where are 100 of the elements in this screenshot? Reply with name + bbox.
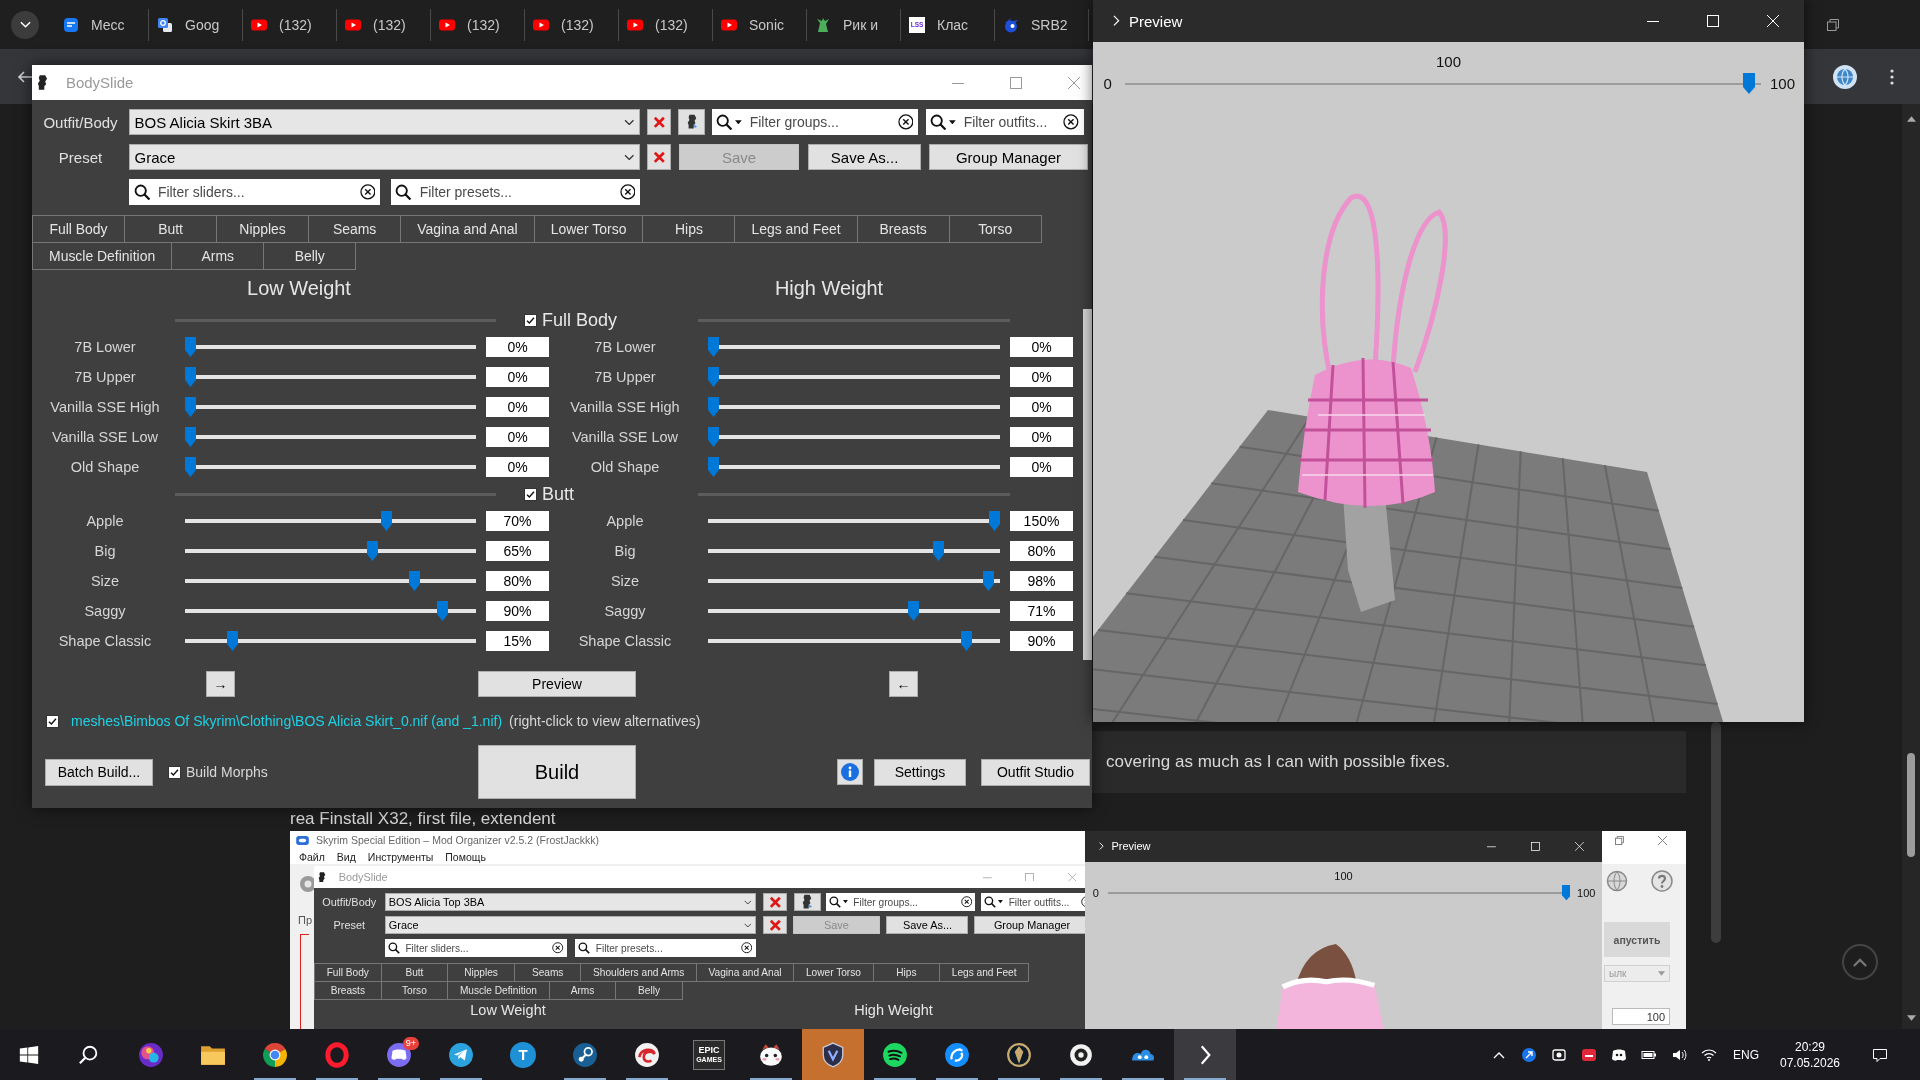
slider-thumb[interactable] bbox=[708, 457, 719, 477]
outfit-studio-button[interactable]: Outfit Studio bbox=[981, 758, 1090, 786]
browser-tab[interactable]: (132) bbox=[337, 8, 431, 41]
slider-thumb[interactable] bbox=[185, 457, 196, 477]
clear-icon[interactable] bbox=[1063, 114, 1080, 130]
menu-item[interactable]: Инструменты bbox=[361, 850, 440, 863]
slider-thumb[interactable] bbox=[708, 397, 719, 417]
search-box[interactable]: Filter groups... bbox=[711, 109, 918, 135]
scrollbar[interactable] bbox=[1711, 722, 1721, 943]
value-field[interactable]: 0% bbox=[1010, 337, 1073, 357]
slider-thumb[interactable] bbox=[708, 337, 719, 357]
camera-icon[interactable] bbox=[1551, 1046, 1567, 1063]
checkbox[interactable] bbox=[46, 714, 59, 728]
category-tab[interactable]: Vagina and Anal bbox=[400, 215, 535, 243]
browser-tab[interactable]: (132) bbox=[431, 8, 525, 41]
category-tab[interactable]: Lower Torso bbox=[533, 215, 644, 243]
help-icon[interactable] bbox=[1651, 870, 1673, 892]
outfit-icon-button[interactable] bbox=[678, 109, 705, 135]
scrollbar-thumb[interactable] bbox=[1907, 753, 1915, 857]
preset-button[interactable]: Save As... bbox=[808, 144, 922, 170]
browser-tab[interactable]: Goog bbox=[149, 8, 243, 41]
search-box[interactable]: Filter groups... bbox=[825, 893, 976, 911]
category-tab[interactable]: Belly bbox=[263, 242, 357, 270]
search-input[interactable]: Filter sliders... bbox=[401, 942, 551, 954]
slider-thumb[interactable] bbox=[367, 541, 378, 561]
browser-tab[interactable]: SRB2 bbox=[995, 8, 1089, 41]
preset-dropdown[interactable]: Grace bbox=[129, 144, 641, 170]
category-tab[interactable]: Legs and Feet bbox=[734, 215, 858, 243]
slider-thumb[interactable] bbox=[227, 631, 238, 651]
category-tab[interactable]: Seams bbox=[308, 215, 402, 243]
back-icon[interactable] bbox=[17, 68, 33, 85]
search-box[interactable]: Filter presets... bbox=[574, 939, 756, 957]
scroll-up-icon[interactable] bbox=[1906, 116, 1916, 122]
slider-thumb[interactable] bbox=[185, 367, 196, 387]
search-input[interactable]: Filter outfits... bbox=[958, 114, 1062, 130]
slider-thumb[interactable] bbox=[1742, 73, 1755, 95]
category-tab[interactable]: Torso bbox=[948, 215, 1042, 243]
value-field[interactable]: 0% bbox=[486, 337, 549, 357]
category-tab[interactable]: Hips bbox=[872, 963, 941, 982]
search-box[interactable]: Filter presets... bbox=[390, 179, 640, 205]
value-field[interactable]: 15% bbox=[486, 631, 549, 651]
category-tab[interactable]: Full Body bbox=[314, 963, 382, 982]
menu-item[interactable]: Файл bbox=[293, 850, 331, 863]
arrow-circle-icon[interactable] bbox=[1521, 1046, 1537, 1063]
clear-icon[interactable] bbox=[741, 942, 753, 954]
browser-tab[interactable]: Рик и bbox=[807, 8, 901, 41]
clear-preset-button[interactable] bbox=[762, 916, 787, 934]
value-field[interactable]: 71% bbox=[1010, 601, 1073, 621]
preview-button[interactable]: Preview bbox=[478, 671, 636, 697]
run-button[interactable]: апустить bbox=[1604, 922, 1670, 957]
arrow-button[interactable]: → bbox=[206, 671, 235, 697]
info-button[interactable] bbox=[837, 759, 863, 785]
search-input[interactable]: Filter sliders... bbox=[152, 184, 358, 200]
value-field[interactable]: 0% bbox=[486, 427, 549, 447]
preset-dropdown[interactable]: Grace bbox=[384, 916, 756, 934]
batch-build-button[interactable]: Batch Build... bbox=[45, 758, 153, 786]
category-tab[interactable]: Breasts bbox=[314, 981, 382, 1000]
scrollbar[interactable] bbox=[1083, 309, 1092, 660]
restore-icon[interactable] bbox=[1615, 835, 1624, 845]
clear-icon[interactable] bbox=[960, 896, 973, 908]
menu-item[interactable]: Вид bbox=[330, 850, 362, 863]
value-field[interactable]: 90% bbox=[1010, 631, 1073, 651]
language-button[interactable]: ENG bbox=[1724, 1029, 1768, 1080]
clear-icon[interactable] bbox=[552, 942, 564, 954]
search-box[interactable]: Filter outfits... bbox=[925, 109, 1084, 135]
category-tab[interactable]: Belly bbox=[615, 981, 683, 1000]
slider-thumb[interactable] bbox=[437, 601, 448, 621]
value-field[interactable]: 0% bbox=[486, 367, 549, 387]
value-field[interactable]: 0% bbox=[1010, 367, 1073, 387]
outfit-icon-button[interactable] bbox=[794, 893, 821, 911]
clear-icon[interactable] bbox=[359, 184, 376, 200]
slider-thumb[interactable] bbox=[932, 541, 944, 561]
category-tab[interactable]: Full Body bbox=[32, 215, 126, 243]
search-box[interactable]: Filter sliders... bbox=[384, 939, 567, 957]
settings-button[interactable]: Settings bbox=[874, 758, 966, 786]
preset-button[interactable]: Group Manager bbox=[928, 144, 1088, 170]
scrollbar[interactable] bbox=[1902, 104, 1920, 1029]
outfit-dropdown[interactable]: BOS Alicia Skirt 3BA bbox=[129, 109, 641, 135]
slider-thumb[interactable] bbox=[185, 337, 196, 357]
clear-outfit-button[interactable] bbox=[762, 893, 787, 911]
search-box[interactable]: Filter outfits... bbox=[981, 893, 1085, 911]
clear-outfit-button[interactable] bbox=[647, 109, 672, 135]
search-input[interactable]: Filter presets... bbox=[591, 942, 740, 954]
browser-tab[interactable]: Sonic bbox=[713, 8, 807, 41]
category-tab[interactable]: Shoulders and Arms bbox=[580, 963, 697, 982]
category-tab[interactable]: Muscle Definition bbox=[32, 242, 173, 270]
value-field[interactable]: 90% bbox=[486, 601, 549, 621]
preset-button[interactable]: Save As... bbox=[886, 916, 969, 934]
value-field[interactable]: 0% bbox=[486, 457, 549, 477]
slider-thumb[interactable] bbox=[983, 571, 995, 591]
value-field[interactable]: 0% bbox=[486, 397, 549, 417]
value-field[interactable]: 98% bbox=[1010, 571, 1073, 591]
slider-thumb[interactable] bbox=[409, 571, 420, 591]
menu-item[interactable]: Помощь bbox=[439, 850, 492, 863]
slider-thumb[interactable] bbox=[989, 511, 1000, 531]
clear-icon[interactable] bbox=[619, 184, 636, 200]
checkbox[interactable] bbox=[168, 765, 181, 779]
notification-icon[interactable] bbox=[1872, 1046, 1888, 1063]
browser-tab[interactable]: Месс bbox=[55, 8, 149, 41]
number-field[interactable]: 100 bbox=[1612, 1008, 1670, 1025]
